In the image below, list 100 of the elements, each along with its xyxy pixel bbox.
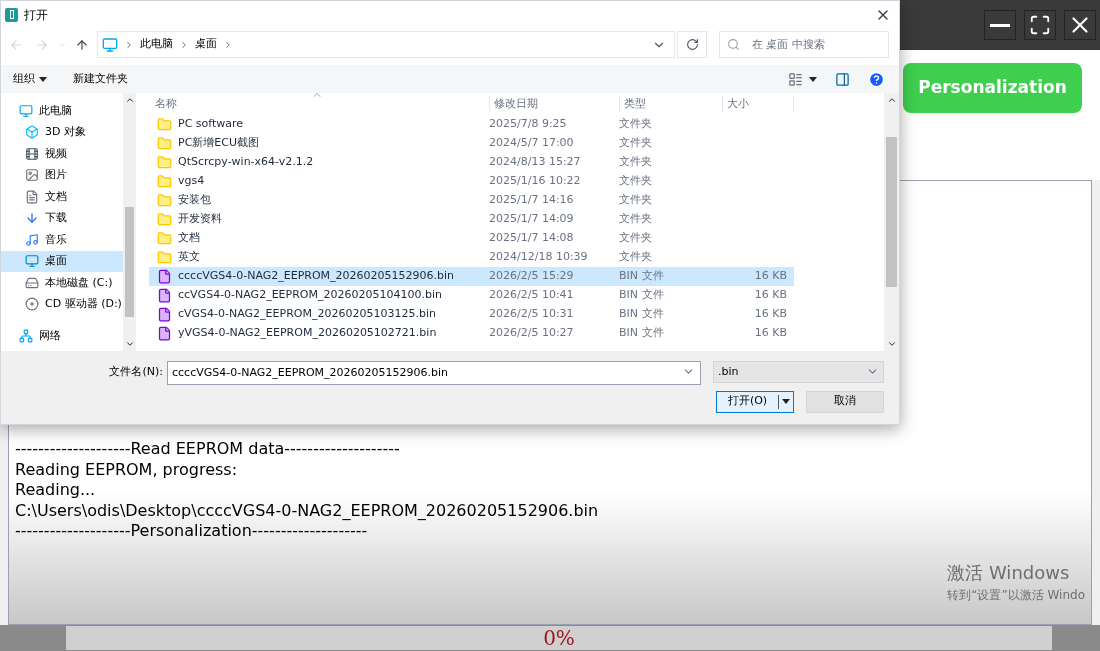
maximize-icon	[1029, 14, 1051, 36]
column-header[interactable]: 名称	[149, 95, 489, 113]
file-row[interactable]: 安装包 2025/1/7 14:16 文件夹	[149, 191, 794, 210]
file-type: BIN 文件	[619, 306, 665, 323]
file-row[interactable]: cVGS4-0-NAG2_EEPROM_20260205103125.bin 2026/2/5 10:31 BIN 文件 16 KB	[149, 305, 794, 324]
hard-drive-icon	[25, 275, 39, 290]
caret-icon[interactable]	[782, 399, 790, 404]
column-header[interactable]: 类型	[619, 95, 722, 113]
file-row[interactable]: PC新增ECU截图 2024/5/7 17:00 文件夹	[149, 134, 794, 153]
file-type: BIN 文件	[619, 325, 665, 342]
modified-date: 2026/2/5 15:29	[489, 268, 575, 285]
preview-pane-icon[interactable]	[835, 71, 850, 87]
maximize-button[interactable]	[1024, 10, 1056, 40]
file-size: 16 KB	[754, 306, 787, 323]
file-row[interactable]: ccVGS4-0-NAG2_EEPROM_20260205104100.bin 2026/2/5 10:41 BIN 文件 16 KB	[149, 286, 794, 305]
sidebar-item[interactable]: CD 驱动器 (D:)	[1, 293, 123, 315]
sidebar-item[interactable]: 视频	[1, 143, 123, 165]
activation-notice: 激活 Windows	[947, 561, 1071, 585]
file-type: 文件夹	[619, 173, 653, 190]
modified-date: 2026/2/5 10:41	[489, 287, 575, 304]
sidebar-item[interactable]: 桌面	[1, 250, 123, 272]
file-row[interactable]: ccccVGS4-0-NAG2_EEPROM_20260205152906.bin 2026/2/5 15:29 BIN 文件 16 KB	[149, 267, 794, 286]
column-header[interactable]: 修改日期	[489, 95, 619, 113]
sidebar-item[interactable]: 文档	[1, 186, 123, 208]
sidebar-item[interactable]: 图片	[1, 164, 123, 186]
file-name: yVGS4-0-NAG2_EEPROM_20260205102721.bin	[178, 325, 437, 342]
scrollbar[interactable]	[884, 93, 899, 351]
log-line: Reading EEPROM, progress:	[15, 459, 239, 480]
modified-date: 2026/2/5 10:27	[489, 325, 575, 342]
file-type-filter[interactable]: .bin	[713, 360, 884, 383]
download-icon	[25, 211, 39, 226]
minimize-icon	[990, 23, 1010, 27]
view-list-icon[interactable]	[788, 71, 803, 87]
folder-icon	[157, 212, 172, 227]
modified-date: 2025/1/7 14:16	[489, 192, 575, 209]
caret-icon[interactable]	[39, 76, 47, 82]
file-type: BIN 文件	[619, 287, 665, 304]
chevron-right-icon	[179, 39, 189, 50]
folder-icon	[157, 231, 172, 246]
file-name: cVGS4-0-NAG2_EEPROM_20260205103125.bin	[178, 306, 436, 323]
progress-text: 0%	[543, 625, 575, 651]
sidebar-item[interactable]: 3D 对象	[1, 121, 123, 143]
disc-icon	[25, 297, 39, 312]
file-row[interactable]: vgs4 2025/1/16 10:22 文件夹	[149, 172, 794, 191]
network-icon	[19, 328, 33, 343]
sidebar-item[interactable]: 此电脑	[1, 100, 123, 122]
file-row[interactable]: QtScrcpy-win-x64-v2.1.2 2024/8/13 15:27 文件夹	[149, 153, 794, 172]
open-button[interactable]: 打开(O)	[716, 390, 794, 413]
up-icon[interactable]	[75, 37, 89, 52]
new-folder-button[interactable]: 新建文件夹	[73, 70, 128, 88]
activation-notice: 转到“设置”以激活 Windo	[947, 587, 1085, 604]
file-row[interactable]: PC software 2025/7/8 9:25 文件夹	[149, 115, 794, 134]
column-header[interactable]: 大小	[722, 95, 794, 113]
scroll-down-icon[interactable]	[124, 339, 135, 349]
sidebar-item[interactable]: 本地磁盘 (C:)	[1, 272, 123, 294]
refresh-button[interactable]	[677, 31, 707, 58]
file-name: 开发资料	[178, 211, 222, 228]
minimize-button[interactable]	[984, 10, 1016, 40]
sidebar-item[interactable]: 音乐	[1, 229, 123, 251]
scroll-up-icon[interactable]	[886, 95, 897, 105]
folder-icon	[157, 155, 172, 170]
file-row[interactable]: 开发资料 2025/1/7 14:09 文件夹	[149, 210, 794, 229]
scroll-up-icon[interactable]	[124, 95, 135, 105]
music-note-icon	[25, 232, 39, 247]
file-type: 文件夹	[619, 116, 653, 133]
folder-icon	[157, 117, 172, 132]
breadcrumb[interactable]: 桌面	[195, 36, 217, 53]
modified-date: 2026/2/5 10:31	[489, 306, 575, 323]
caret-icon[interactable]	[809, 76, 817, 82]
folder-icon	[157, 174, 172, 189]
close-button[interactable]	[1064, 10, 1096, 40]
file-size: 16 KB	[754, 268, 787, 285]
file-row[interactable]: yVGS4-0-NAG2_EEPROM_20260205102721.bin 2026/2/5 10:27 BIN 文件 16 KB	[149, 324, 794, 343]
app-icon	[5, 7, 18, 22]
picture-icon	[25, 168, 39, 183]
file-row[interactable]: 英文 2024/12/18 10:39 文件夹	[149, 248, 794, 267]
scroll-down-icon[interactable]	[886, 339, 897, 349]
address-bar[interactable]: 此电脑 桌面	[97, 31, 675, 58]
log-line: C:\Users\odis\Desktop\ccccVGS4-0-NAG2_EEPROM_20260205152906.bin	[15, 500, 600, 521]
scrollbar[interactable]	[123, 93, 136, 351]
organize-menu[interactable]: 组织	[13, 70, 47, 88]
file-icon	[157, 269, 172, 284]
modified-date: 2024/8/13 15:27	[489, 154, 582, 171]
cancel-button[interactable]: 取消	[806, 390, 884, 413]
modified-date: 2024/12/18 10:39	[489, 249, 589, 266]
chevron-right-icon	[223, 39, 233, 50]
cube-icon	[25, 125, 39, 140]
folder-icon	[157, 136, 172, 151]
filename-field[interactable]: ccccVGS4-0-NAG2_EEPROM_20260205152906.bin	[167, 360, 701, 385]
file-size: 16 KB	[754, 287, 787, 304]
modified-date: 2025/1/7 14:09	[489, 211, 575, 228]
sidebar-item[interactable]: 网络	[1, 325, 123, 347]
file-type: 文件夹	[619, 154, 653, 171]
help-icon[interactable]	[868, 70, 885, 88]
file-row[interactable]: 文档 2025/1/7 14:08 文件夹	[149, 229, 794, 248]
breadcrumb[interactable]: 此电脑	[140, 36, 173, 53]
file-name: 安装包	[178, 192, 211, 209]
sidebar-item[interactable]: 下载	[1, 207, 123, 229]
search-field[interactable]: 在 桌面 中搜索	[719, 31, 889, 58]
modified-date: 2025/1/7 14:08	[489, 230, 575, 247]
